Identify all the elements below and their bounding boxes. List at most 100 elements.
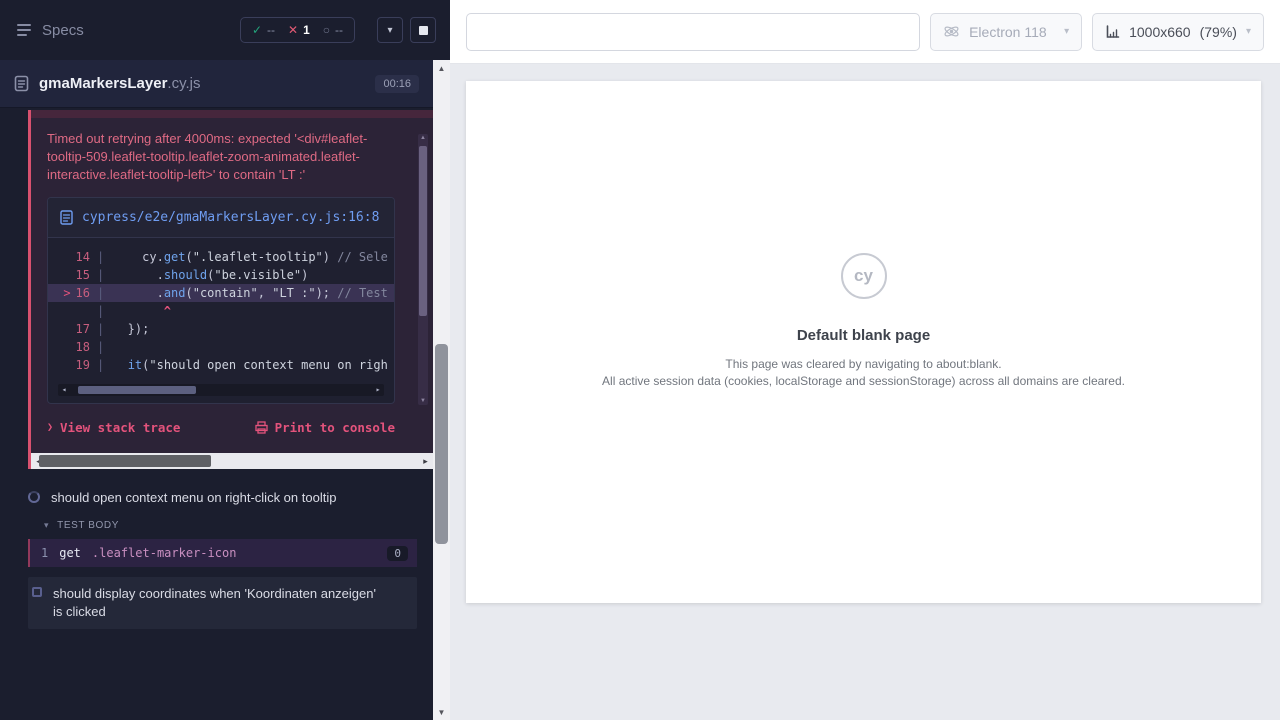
command-number: 1 (41, 546, 48, 560)
blank-page-title: Default blank page (797, 327, 930, 344)
error-links: ❯ View stack trace Print to console (47, 420, 395, 435)
test-body-section[interactable]: ▾ TEST BODY (0, 513, 433, 537)
file-location: cypress/e2e/gmaMarkersLayer.cy.js:16:8 (82, 208, 379, 227)
electron-browser-icon (943, 23, 960, 40)
code-lines: 14| cy.get(".leaflet-tooltip") // Sele15… (48, 238, 394, 376)
code-line: 15| .should("be.visible") (48, 266, 394, 284)
browser-selector[interactable]: Electron 118 ▾ (930, 13, 1082, 51)
command-method: get (59, 546, 81, 560)
viewport-size: 1000x660 (1129, 24, 1191, 40)
x-icon: ✕ (288, 23, 298, 37)
scrollbar-thumb[interactable] (435, 344, 448, 544)
command-log-entry[interactable]: 1 get .leaflet-marker-icon 0 (28, 539, 417, 567)
aut-area: Electron 118 ▾ 1000x660 (79%) ▾ cy Defau… (450, 0, 1280, 720)
spec-header: gmaMarkersLayer.cy.js 00:16 (0, 60, 433, 108)
reporter-vertical-scrollbar[interactable]: ▲ ▼ (433, 60, 450, 720)
print-to-console-button[interactable]: Print to console (255, 420, 395, 435)
blank-page-line1: This page was cleared by navigating to a… (725, 356, 1001, 373)
browser-label: Electron 118 (969, 24, 1047, 40)
test-item-queued[interactable]: should display coordinates when 'Koordin… (28, 577, 417, 629)
reporter-sidebar: Specs ✓ -- ✕ 1 ○ -- ▾ (0, 0, 450, 720)
scroll-right-icon[interactable]: ▸ (372, 384, 384, 396)
print-icon (255, 421, 268, 434)
print-to-console-label: Print to console (275, 420, 395, 435)
stat-passed: ✓ -- (252, 23, 275, 37)
pending-count: -- (335, 23, 343, 37)
scroll-down-icon[interactable]: ▼ (433, 704, 450, 720)
url-toolbar: Electron 118 ▾ 1000x660 (79%) ▾ (450, 0, 1280, 64)
file-icon (60, 210, 73, 227)
error-vertical-scrollbar[interactable]: ▲ ▼ (418, 134, 428, 405)
failed-attempt-block: Timed out retrying after 4000ms: expecte… (28, 110, 433, 469)
check-icon: ✓ (252, 23, 262, 37)
attempt-horizontal-scrollbar[interactable]: ◂ ▸ (31, 453, 433, 469)
code-scrollbar-thumb[interactable] (78, 386, 196, 394)
error-line-marker: > (63, 284, 75, 302)
passed-count: -- (267, 23, 275, 37)
code-line: | ^ (48, 302, 394, 320)
chevron-right-icon: ❯ (47, 422, 53, 433)
spec-file-icon (14, 75, 29, 92)
attempt-scrollbar-thumb[interactable] (39, 455, 211, 467)
viewport-zoom: (79%) (1200, 24, 1237, 40)
spec-name-base: gmaMarkersLayer (39, 75, 167, 92)
aut-iframe[interactable]: cy Default blank page This page was clea… (466, 81, 1261, 603)
code-line: 19| it("should open context menu on righ (48, 356, 394, 374)
cypress-logo: cy (841, 253, 887, 299)
test-item-running[interactable]: should open context menu on right-click … (0, 481, 433, 513)
specs-label[interactable]: Specs (42, 22, 84, 39)
code-line: 14| cy.get(".leaflet-tooltip") // Sele (48, 248, 394, 266)
error-panel: Timed out retrying after 4000ms: expecte… (31, 118, 433, 453)
view-stack-trace-label: View stack trace (60, 420, 180, 435)
spec-name-ext: .cy.js (167, 75, 200, 92)
error-scrollbar-thumb[interactable] (419, 146, 427, 316)
spec-name[interactable]: gmaMarkersLayer.cy.js (39, 75, 200, 92)
scroll-left-icon[interactable]: ◂ (58, 384, 70, 396)
blank-page-message: cy Default blank page This page was clea… (602, 253, 1125, 389)
stat-failed: ✕ 1 (288, 23, 310, 37)
code-horizontal-scrollbar[interactable]: ◂ ▸ (58, 384, 384, 396)
scrollbar-track[interactable] (433, 76, 450, 704)
reporter-scroll-area: Timed out retrying after 4000ms: expecte… (0, 108, 433, 720)
view-stack-trace-link[interactable]: ❯ View stack trace (47, 420, 180, 435)
code-frame-file-link[interactable]: cypress/e2e/gmaMarkersLayer.cy.js:16:8 (48, 198, 394, 238)
scroll-up-icon[interactable]: ▲ (418, 135, 428, 141)
stop-icon (419, 26, 428, 35)
stop-button[interactable] (410, 17, 436, 43)
url-input[interactable] (466, 13, 920, 51)
cypress-logo-text: cy (854, 266, 873, 286)
reporter-panel: gmaMarkersLayer.cy.js 00:16 Timed out re… (0, 60, 433, 720)
failed-count: 1 (303, 23, 310, 37)
running-spinner-icon (28, 491, 40, 503)
header-buttons: ▾ (377, 17, 436, 43)
spec-duration-badge: 00:16 (375, 75, 419, 93)
viewport-selector[interactable]: 1000x660 (79%) ▾ (1092, 13, 1264, 51)
chevron-down-icon: ▾ (1246, 26, 1251, 37)
reporter-body: gmaMarkersLayer.cy.js 00:16 Timed out re… (0, 60, 450, 720)
chevron-down-icon: ▾ (387, 25, 392, 36)
scroll-down-icon[interactable]: ▼ (418, 398, 428, 404)
error-message: Timed out retrying after 4000ms: expecte… (47, 130, 399, 184)
test-stats: ✓ -- ✕ 1 ○ -- (240, 17, 355, 43)
blank-page-line2: All active session data (cookies, localS… (602, 373, 1125, 390)
attempt-top-strip (31, 110, 433, 118)
chevron-down-icon: ▾ (44, 520, 49, 531)
code-line: 17| }); (48, 320, 394, 338)
code-line: >16| .and("contain", "LT :"); // Test (48, 284, 394, 302)
scroll-up-icon[interactable]: ▲ (433, 60, 450, 76)
command-message: .leaflet-marker-icon (92, 546, 237, 560)
queued-test-icon (32, 587, 42, 597)
pending-circle-icon: ○ (323, 23, 330, 37)
collapse-button[interactable]: ▾ (377, 17, 403, 43)
code-line: 18| (48, 338, 394, 356)
command-count-badge: 0 (387, 546, 408, 561)
reporter-header: Specs ✓ -- ✕ 1 ○ -- ▾ (0, 0, 450, 60)
stat-pending: ○ -- (323, 23, 343, 37)
test-title: should display coordinates when 'Koordin… (53, 585, 385, 621)
specs-menu-icon[interactable] (16, 23, 32, 37)
test-title: should open context menu on right-click … (51, 490, 336, 505)
aut-background: cy Default blank page This page was clea… (450, 64, 1280, 720)
scroll-right-icon[interactable]: ▸ (418, 453, 433, 469)
cypress-runner: Specs ✓ -- ✕ 1 ○ -- ▾ (0, 0, 1280, 720)
viewport-icon (1105, 24, 1120, 39)
